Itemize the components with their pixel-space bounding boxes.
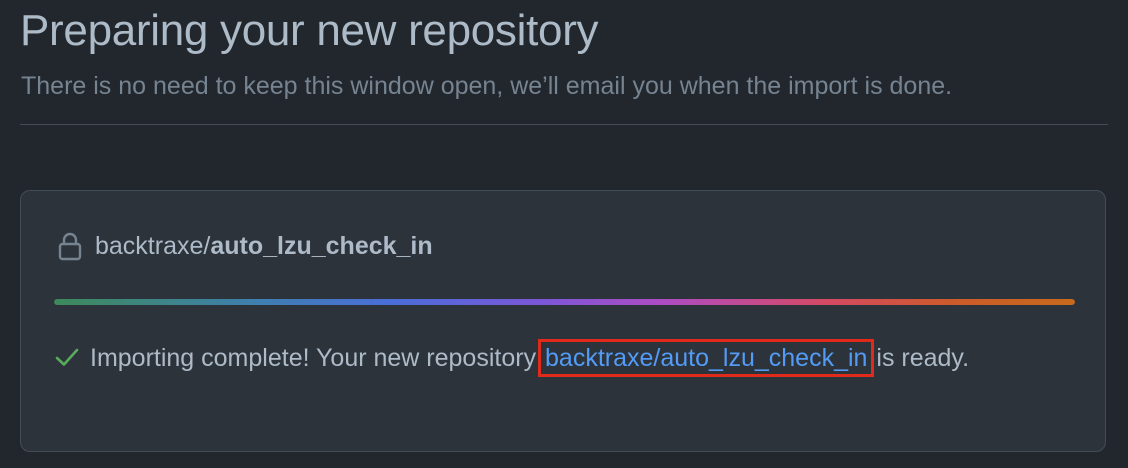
repo-full-name: backtraxe/auto_lzu_check_in xyxy=(95,232,433,261)
divider xyxy=(20,124,1108,125)
import-status-box: backtraxe/auto_lzu_check_in Importing co… xyxy=(20,190,1106,452)
import-progress-fill xyxy=(54,299,1075,305)
repo-header: backtraxe/auto_lzu_check_in xyxy=(57,231,433,261)
check-icon xyxy=(54,339,80,366)
repo-name: auto_lzu_check_in xyxy=(210,231,433,260)
repo-owner: backtraxe xyxy=(95,231,204,260)
page-title: Preparing your new repository xyxy=(20,6,599,55)
page-subtitle: There is no need to keep this window ope… xyxy=(21,72,953,100)
status-text-before: Importing complete! Your new repository xyxy=(90,344,544,372)
import-progress-bar xyxy=(54,299,1075,305)
new-repo-link[interactable]: backtraxe/auto_lzu_check_in xyxy=(538,339,875,377)
import-page: Preparing your new repository There is n… xyxy=(0,0,1128,468)
lock-icon xyxy=(57,231,83,261)
import-status-message: Importing complete! Your new repository … xyxy=(54,337,1064,379)
status-text-after: is ready. xyxy=(869,344,970,372)
